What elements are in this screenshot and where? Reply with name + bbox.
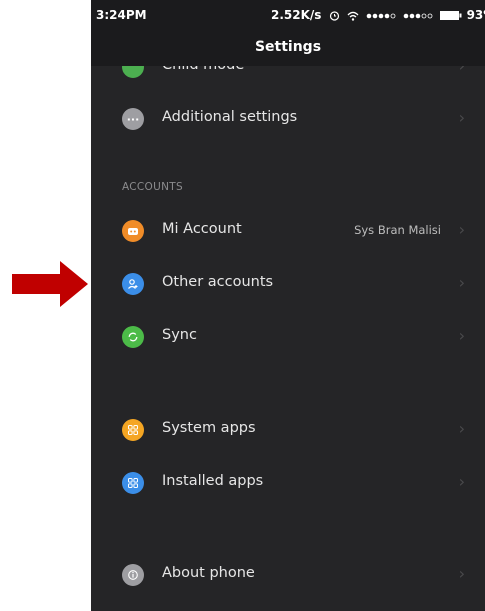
status-time: 3:24PM	[96, 8, 147, 22]
chevron-right-icon: ›	[458, 564, 465, 583]
system-apps-label: System apps	[162, 420, 256, 436]
status-right: 2.52K/s 93	[271, 8, 485, 22]
more-dots-icon: ···	[122, 108, 144, 130]
chevron-right-icon: ›	[458, 419, 465, 438]
battery-percent: 93%	[466, 8, 485, 22]
mi-face-icon	[122, 220, 144, 242]
settings-item-installed-apps[interactable]: Installed apps ›	[91, 456, 485, 508]
chevron-right-icon: ›	[458, 220, 465, 239]
grid-apps-icon	[122, 472, 144, 494]
settings-item-additional-settings[interactable]: ··· Additional settings ›	[91, 92, 485, 144]
other-accounts-label: Other accounts	[162, 274, 274, 290]
grid-apps-icon	[122, 419, 144, 441]
red-arrow-annotation	[12, 261, 88, 307]
chevron-right-icon: ›	[458, 108, 465, 127]
installed-apps-label: Installed apps	[162, 473, 264, 489]
sync-label: Sync	[162, 327, 197, 343]
mi-account-name: Sys Bran Malisi	[354, 223, 441, 237]
additional-settings-label: Additional settings	[162, 109, 298, 125]
status-bar: 3:24PM 2.52K/s 93	[91, 0, 485, 30]
settings-item-system-apps[interactable]: System apps ›	[91, 403, 485, 455]
signal-1-icon	[366, 13, 396, 18]
info-icon	[122, 564, 144, 586]
chevron-right-icon: ›	[458, 326, 465, 345]
settings-item-mi-account[interactable]: Mi Account Sys Bran Malisi ›	[91, 204, 485, 256]
alarm-icon	[329, 11, 339, 21]
chevron-right-icon: ›	[458, 273, 465, 292]
section-header-accounts: ACCOUNTS	[122, 181, 183, 193]
settings-item-about-phone[interactable]: About phone ›	[91, 548, 485, 600]
settings-item-sync[interactable]: Sync ›	[91, 310, 485, 362]
person-add-icon	[122, 273, 144, 295]
battery-icon	[440, 11, 462, 20]
about-phone-label: About phone	[162, 565, 255, 581]
chevron-right-icon: ›	[458, 472, 465, 491]
page-title: Settings	[91, 30, 485, 66]
signal-2-icon	[403, 13, 433, 18]
mi-account-label: Mi Account	[162, 221, 242, 237]
phone-screen: 3:24PM 2.52K/s 93 Settings ··· Additiona…	[91, 0, 485, 611]
network-speed: 2.52K/s	[271, 8, 322, 22]
wifi-icon	[347, 11, 359, 21]
sync-icon	[122, 326, 144, 348]
settings-item-other-accounts[interactable]: Other accounts ›	[91, 257, 485, 309]
